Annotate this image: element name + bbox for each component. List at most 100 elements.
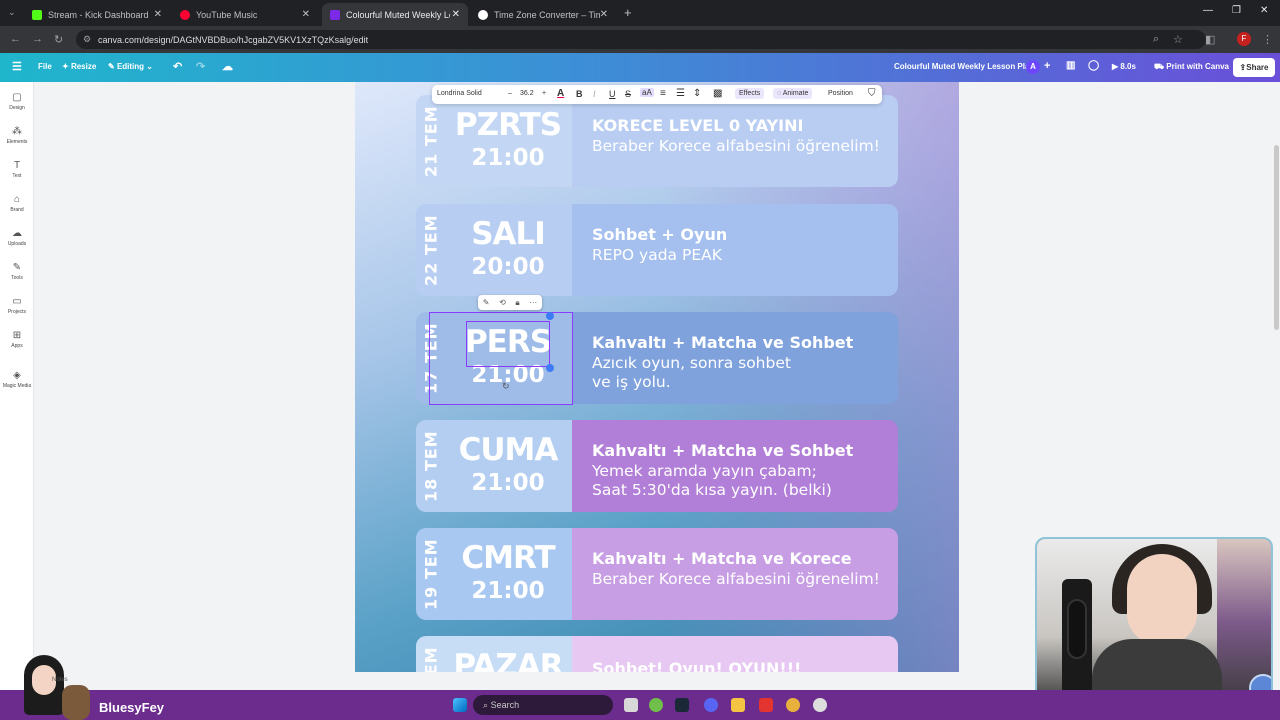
text-color-icon[interactable]: A xyxy=(557,88,564,99)
list-icon[interactable]: ☰ xyxy=(676,88,685,99)
row-description[interactable]: Yemek aramda yayın çabam; Saat 5:30'da k… xyxy=(592,462,852,500)
notes-label[interactable]: Notes xyxy=(52,677,68,683)
cloud-save-icon[interactable]: ☁ xyxy=(222,60,233,73)
underline-icon[interactable]: U xyxy=(609,89,616,99)
close-icon[interactable]: ✕ xyxy=(302,9,310,20)
row-right-panel[interactable]: Sohbet + Oyun REPO yada PEAK xyxy=(572,204,898,296)
effects-button[interactable]: Effects xyxy=(735,88,765,99)
row-description[interactable]: Beraber Korece alfabesini öğrenelim! xyxy=(592,137,898,156)
file-explorer-icon[interactable] xyxy=(731,698,745,712)
bookmark-star-icon[interactable]: ☆ xyxy=(1173,33,1183,46)
task-view-icon[interactable] xyxy=(624,698,638,712)
row-right-panel[interactable]: KORECE LEVEL 0 YAYINI Beraber Korece alf… xyxy=(572,95,898,187)
refresh-icon[interactable]: ⟲ xyxy=(499,298,506,307)
present-button[interactable]: ▶ 8.0s xyxy=(1112,62,1136,71)
selected-text-frame[interactable] xyxy=(466,321,550,367)
maximize-button[interactable]: ❐ xyxy=(1232,5,1241,16)
bold-icon[interactable]: B xyxy=(576,89,583,99)
share-button[interactable]: ⇪ Share xyxy=(1233,58,1275,77)
undo-icon[interactable]: ↶ xyxy=(173,60,182,73)
vertical-scrollbar[interactable] xyxy=(1274,145,1279,330)
row-day[interactable]: CMRT xyxy=(446,540,570,576)
tab-canva-design[interactable]: Colourful Muted Weekly Lesso ✕ xyxy=(322,3,468,26)
sidebar-item-brand[interactable]: ⌂ Brand xyxy=(0,194,34,213)
discord-icon[interactable] xyxy=(704,698,718,712)
row-right-panel[interactable]: Kahvaltı + Matcha ve Sohbet Yemek aramda… xyxy=(572,420,898,512)
comment-icon[interactable]: ◯ xyxy=(1088,60,1099,71)
row-description[interactable]: Azıcık oyun, sonra sohbet ve iş yolu. xyxy=(592,354,807,392)
font-family-dropdown[interactable]: Londrina Solid xyxy=(437,90,482,97)
font-size-decrease[interactable]: – xyxy=(508,90,512,97)
row-day[interactable]: SALI xyxy=(446,216,570,252)
rotate-handle-icon[interactable]: ↻ xyxy=(502,381,510,392)
letter-case-icon[interactable]: aA xyxy=(640,88,654,97)
strikethrough-icon[interactable]: S xyxy=(625,89,631,99)
lock-icon[interactable]: 🔒︎ xyxy=(515,298,519,308)
minimize-button[interactable]: — xyxy=(1203,5,1213,16)
windows-start-icon[interactable] xyxy=(453,698,467,712)
row-time[interactable]: 21:00 xyxy=(446,470,570,496)
row-title[interactable]: Kahvaltı + Matcha ve Sohbet xyxy=(592,332,898,354)
row-time[interactable]: 20:00 xyxy=(446,254,570,280)
row-title[interactable]: Sohbet! Oyun! OYUN!!! xyxy=(592,658,898,672)
sidebar-item-magic-media[interactable]: ◈ Magic Media xyxy=(0,370,34,389)
row-date[interactable]: 19 TEM xyxy=(418,528,444,620)
sidebar-item-apps[interactable]: ⊞ Apps xyxy=(0,330,34,349)
back-icon[interactable]: ← xyxy=(10,33,21,45)
italic-icon[interactable]: I xyxy=(593,89,596,99)
row-title[interactable]: Sohbet + Oyun xyxy=(592,224,898,246)
font-size-input[interactable]: 36.2 xyxy=(520,90,534,97)
site-info-icon[interactable]: ⚙ xyxy=(83,34,91,45)
new-tab-button[interactable]: + xyxy=(624,5,632,20)
row-description[interactable]: REPO yada PEAK xyxy=(592,246,892,265)
file-menu[interactable]: File xyxy=(38,62,52,71)
sidebar-item-design[interactable]: ▢ Design xyxy=(0,92,34,111)
schedule-row-sunday[interactable]: 20 TEM PAZAR Sohbet! Oyun! OYUN!!! xyxy=(416,636,898,672)
tab-kick-dashboard[interactable]: Stream - Kick Dashboard ✕ xyxy=(24,3,170,26)
tab-youtube-music[interactable]: YouTube Music ✕ xyxy=(172,3,318,26)
more-options-icon[interactable]: ··· xyxy=(529,298,537,307)
taskbar-search[interactable]: ⌕ Search xyxy=(473,695,613,715)
row-right-panel[interactable]: Kahvaltı + Matcha ve Korece Beraber Kore… xyxy=(572,528,898,620)
insights-icon[interactable]: ▥ xyxy=(1066,60,1075,71)
close-icon[interactable]: ✕ xyxy=(154,9,162,20)
hamburger-menu-icon[interactable]: ☰ xyxy=(12,60,22,73)
row-day[interactable]: PAZAR xyxy=(446,648,570,672)
resize-handle-bottom[interactable] xyxy=(546,364,554,372)
row-date[interactable]: 20 TEM xyxy=(418,636,444,672)
forward-icon[interactable]: → xyxy=(32,33,43,45)
row-time[interactable]: 21:00 xyxy=(446,145,570,171)
schedule-row-monday[interactable]: 21 TEM PZRTS 21:00 KORECE LEVEL 0 YAYINI… xyxy=(416,95,898,187)
transparency-icon[interactable]: ▩ xyxy=(713,88,722,99)
address-bar[interactable]: ⚙ canva.com/design/DAGtNVBDBuo/hJcgabZV5… xyxy=(76,30,1206,49)
sidebar-item-elements[interactable]: ⁂ Elements xyxy=(0,126,34,145)
editing-mode-dropdown[interactable]: ✎ Editing ⌄ xyxy=(108,62,153,71)
row-date[interactable]: 21 TEM xyxy=(418,95,444,187)
schedule-row-saturday[interactable]: 19 TEM CMRT 21:00 Kahvaltı + Matcha ve K… xyxy=(416,528,898,620)
extensions-icon[interactable]: ◧ xyxy=(1205,33,1215,46)
resize-button[interactable]: ✦ Resize xyxy=(62,62,96,71)
profile-avatar[interactable]: F xyxy=(1237,32,1251,46)
steam-icon[interactable] xyxy=(675,698,689,712)
document-title[interactable]: Colourful Muted Weekly Lesson Plan xyxy=(894,62,1034,71)
align-center-icon[interactable]: ≡ xyxy=(660,88,666,99)
sidebar-item-uploads[interactable]: ☁ Uploads xyxy=(0,228,34,247)
app-icon-red[interactable] xyxy=(759,698,773,712)
row-title[interactable]: Kahvaltı + Matcha ve Korece xyxy=(592,548,898,570)
row-description[interactable]: Beraber Korece alfabesini öğrenelim! xyxy=(592,570,898,589)
row-date[interactable]: 22 TEM xyxy=(418,204,444,296)
schedule-row-friday[interactable]: 18 TEM CUMA 21:00 Kahvaltı + Matcha ve S… xyxy=(416,420,898,512)
tab-list-button[interactable]: ⌄ xyxy=(8,7,16,18)
reload-icon[interactable]: ↻ xyxy=(54,33,63,46)
schedule-row-tuesday[interactable]: 22 TEM SALI 20:00 Sohbet + Oyun REPO yad… xyxy=(416,204,898,296)
row-title[interactable]: Kahvaltı + Matcha ve Sohbet xyxy=(592,440,898,462)
row-date[interactable]: 18 TEM xyxy=(418,420,444,512)
close-icon[interactable]: ✕ xyxy=(600,9,608,20)
zoom-icon[interactable]: ⌕ xyxy=(1153,33,1159,46)
paint-format-icon[interactable]: ⛉ xyxy=(868,88,876,99)
magic-edit-icon[interactable]: ✎ xyxy=(483,298,490,307)
sidebar-item-text[interactable]: T Text xyxy=(0,160,34,179)
tab-time-zone-converter[interactable]: Time Zone Converter – Time Di ✕ xyxy=(470,3,616,26)
close-icon[interactable]: ✕ xyxy=(452,9,460,20)
spacing-icon[interactable]: ⇕ xyxy=(693,88,701,99)
